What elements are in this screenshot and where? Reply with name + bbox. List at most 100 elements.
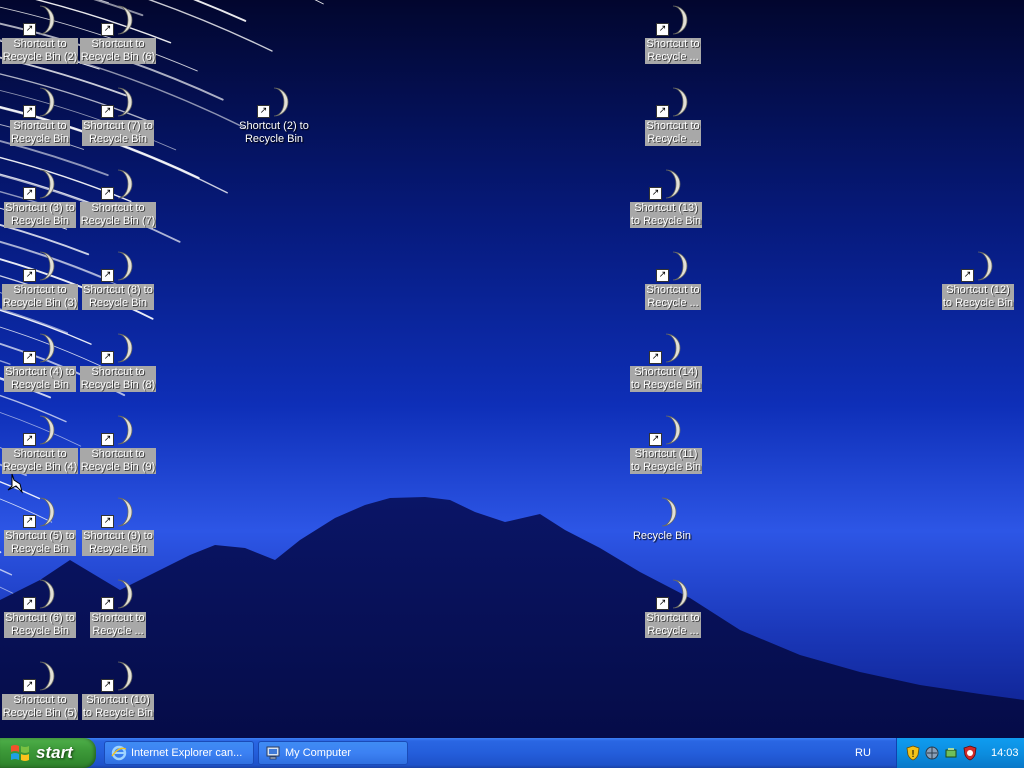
desktop-icon-label: Shortcut to Recycle ... [645,284,701,310]
desktop-icon-label: Shortcut (5) to Recycle Bin [4,530,76,556]
desktop-icon-label: Shortcut (6) to Recycle Bin [4,612,76,638]
desktop-icon-shortcut[interactable]: ↗ Shortcut to Recycle Bin (5) [1,659,79,720]
desktop-icon-shortcut[interactable]: ↗ Shortcut to Recycle Bin (6) [79,3,157,64]
shortcut-arrow-icon: ↗ [101,433,114,446]
desktop-icon-label: Shortcut to Recycle ... [645,120,701,146]
shortcut-arrow-icon: ↗ [101,23,114,36]
desktop-icon-label: Shortcut to Recycle Bin (8) [79,366,157,392]
desktop-icon-shortcut[interactable]: ↗ Shortcut to Recycle Bin (3) [1,249,79,310]
desktop-icon-shortcut[interactable]: ↗ Shortcut to Recycle ... [634,3,712,64]
shortcut-arrow-icon: ↗ [656,269,669,282]
desktop-icon-label: Recycle Bin [632,530,692,542]
shortcut-arrow-icon: ↗ [257,105,270,118]
desktop-icon-shortcut[interactable]: ↗ Shortcut (6) to Recycle Bin [1,577,79,638]
desktop-icon-shortcut[interactable]: ↗ Shortcut (10) to Recycle Bin [79,659,157,720]
antivirus-shield-icon[interactable] [962,745,978,761]
taskbar-button-label: My Computer [285,747,352,759]
desktop-icon-shortcut[interactable]: ↗ Shortcut to Recycle ... [634,577,712,638]
desktop-icon-shortcut[interactable]: ↗ Shortcut to Recycle Bin (7) [79,167,157,228]
desktop-icon-label: Shortcut to Recycle Bin (2) [1,38,79,64]
recycle-bin-moon-icon: ↗ [656,577,690,611]
desktop-icon-label: Shortcut (7) to Recycle Bin [82,120,154,146]
clock[interactable]: 14:03 [991,747,1019,759]
security-shield-icon[interactable]: ! [905,745,921,761]
desktop-icon-shortcut[interactable]: ↗ Shortcut (4) to Recycle Bin [1,331,79,392]
desktop-icon-shortcut[interactable]: ↗ Shortcut (14) to Recycle Bin [627,331,705,392]
desktop-icon-shortcut[interactable]: ↗ Shortcut (3) to Recycle Bin [1,167,79,228]
desktop-icon-shortcut[interactable]: ↗ Shortcut to Recycle Bin (2) [1,3,79,64]
shortcut-arrow-icon: ↗ [23,515,36,528]
taskbar-button-my-computer[interactable]: My Computer [258,741,408,765]
shortcut-arrow-icon: ↗ [649,433,662,446]
desktop-icon-shortcut[interactable]: ↗ Shortcut (13) to Recycle Bin [627,167,705,228]
desktop-icon-label: Shortcut (2) to Recycle Bin [239,120,309,145]
shortcut-arrow-icon: ↗ [101,679,114,692]
desktop-icon-shortcut[interactable]: ↗ Shortcut to Recycle Bin (4) [1,413,79,474]
desktop-icon-label: Shortcut to Recycle Bin (5) [1,694,79,720]
shortcut-arrow-icon: ↗ [23,269,36,282]
desktop-icon-shortcut[interactable]: ↗ Shortcut (11) to Recycle Bin [627,413,705,474]
desktop-icon-label: Shortcut to Recycle Bin (4) [1,448,79,474]
windows-flag-icon [11,745,29,761]
recycle-bin-moon-icon: ↗ [101,495,135,529]
desktop-icon-shortcut[interactable]: ↗ Shortcut to Recycle ... [634,249,712,310]
recycle-bin-moon-icon: ↗ [101,167,135,201]
shortcut-arrow-icon: ↗ [101,187,114,200]
shortcut-arrow-icon: ↗ [101,351,114,364]
network-icon[interactable] [924,745,940,761]
recycle-bin-moon-icon: ↗ [23,495,57,529]
desktop-icon-shortcut[interactable]: ↗ Shortcut (9) to Recycle Bin [79,495,157,556]
language-indicator[interactable]: RU [855,738,871,768]
mouse-cursor-icon [7,473,23,494]
safely-remove-hardware-icon[interactable] [943,745,959,761]
recycle-bin-moon-icon: ↗ [649,331,683,365]
recycle-bin-moon-icon: ↗ [649,413,683,447]
desktop-icon-label: Shortcut to Recycle Bin [9,120,71,146]
desktop-icon-shortcut[interactable]: ↗ Shortcut to Recycle Bin (9) [79,413,157,474]
desktop-icon-shortcut[interactable]: ↗ Shortcut to Recycle ... [634,85,712,146]
desktop-icon-shortcut[interactable]: ↗ Shortcut (8) to Recycle Bin [79,249,157,310]
shortcut-arrow-icon: ↗ [656,597,669,610]
desktop-icon-label: Shortcut to Recycle Bin (6) [79,38,157,64]
recycle-bin-moon-icon: ↗ [257,85,291,119]
desktop-icon-label: Shortcut to Recycle Bin (3) [1,284,79,310]
start-label: start [36,743,73,762]
shortcut-arrow-icon: ↗ [101,269,114,282]
shortcut-arrow-icon: ↗ [23,105,36,118]
recycle-bin-moon-icon: ↗ [101,85,135,119]
start-button[interactable]: start [0,738,96,768]
desktop-icon-label: Shortcut to Recycle ... [90,612,146,638]
recycle-bin-moon-icon: ↗ [649,167,683,201]
desktop-icon-label: Shortcut to Recycle Bin (9) [79,448,157,474]
shortcut-arrow-icon: ↗ [23,433,36,446]
recycle-bin-moon-icon: ↗ [23,85,57,119]
desktop-icon-label: Shortcut (8) to Recycle Bin [82,284,154,310]
recycle-bin-moon-icon: ↗ [23,577,57,611]
shortcut-arrow-icon: ↗ [649,351,662,364]
internet-explorer-icon [111,745,131,761]
recycle-bin-moon-icon: ↗ [101,3,135,37]
desktop-icon-shortcut[interactable]: ↗ Shortcut to Recycle ... [79,577,157,638]
shortcut-arrow-icon: ↗ [23,351,36,364]
recycle-bin-moon-icon: ↗ [101,249,135,283]
taskbar-button-internet-explorer[interactable]: Internet Explorer can... [104,741,254,765]
desktop-icon-shortcut[interactable]: ↗ Shortcut (5) to Recycle Bin [1,495,79,556]
desktop-icon-label: Shortcut to Recycle Bin (7) [79,202,157,228]
desktop-icon-shortcut[interactable]: ↗ Shortcut (12) to Recycle Bin [939,249,1017,310]
recycle-bin-moon-icon: ↗ [656,3,690,37]
recycle-bin-moon-icon: ↗ [23,3,57,37]
desktop-icon-shortcut[interactable]: ↗ Shortcut to Recycle Bin (8) [79,331,157,392]
desktop-icon-recycle-bin[interactable]: Recycle Bin [623,495,701,543]
desktop[interactable]: ↗ Shortcut to Recycle Bin (2) ↗ Shortcut to… [0,0,1024,738]
taskbar: start Internet Explorer can... My Compute… [0,738,1024,768]
recycle-bin-moon-icon: ↗ [23,659,57,693]
desktop-icon-label: Shortcut (4) to Recycle Bin [4,366,76,392]
desktop-icon-label: Shortcut (3) to Recycle Bin [4,202,76,228]
recycle-bin-moon-icon: ↗ [101,413,135,447]
desktop-icon-label: Shortcut (13) to Recycle Bin [629,202,703,228]
shortcut-arrow-icon: ↗ [101,515,114,528]
desktop-icon-shortcut[interactable]: ↗ Shortcut (7) to Recycle Bin [79,85,157,146]
desktop-icon-shortcut[interactable]: ↗ Shortcut (2) to Recycle Bin [235,85,313,146]
desktop-icon-label: Shortcut (9) to Recycle Bin [82,530,154,556]
desktop-icon-shortcut[interactable]: ↗ Shortcut to Recycle Bin [1,85,79,146]
